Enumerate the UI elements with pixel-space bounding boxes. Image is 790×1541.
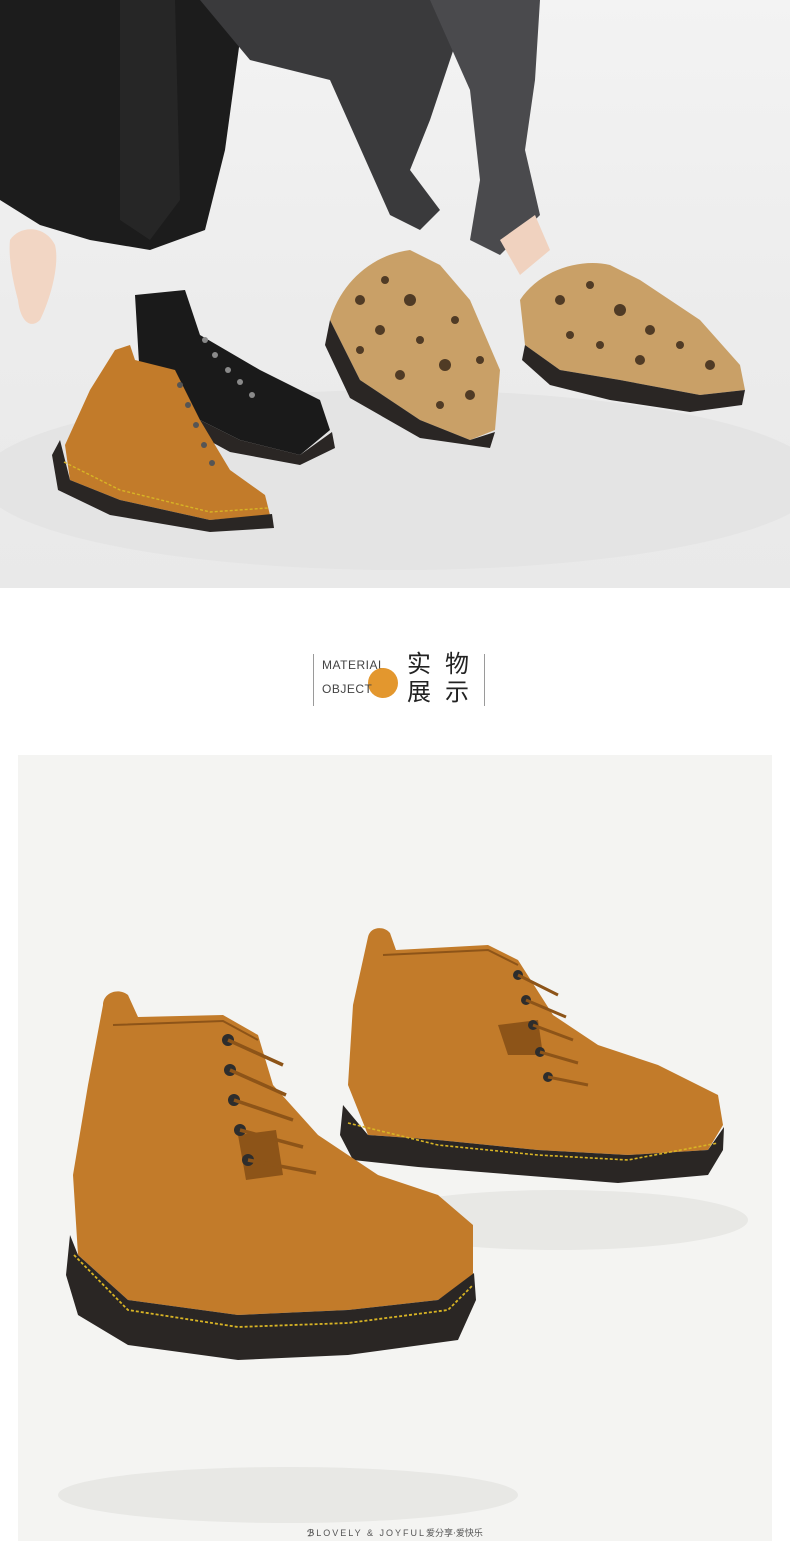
accent-dot bbox=[368, 668, 398, 698]
divider-right bbox=[484, 654, 485, 706]
hero-illustration bbox=[0, 0, 790, 570]
divider-left bbox=[313, 654, 314, 706]
section-title-cn-char2: 物 bbox=[445, 650, 469, 678]
brand-slogan-cn: 爱分享·爱快乐 bbox=[425, 1529, 483, 1539]
section-header: MATERIAL OBJECT 实 物 展 示 bbox=[0, 640, 790, 710]
brand-footer: ℬ LOVELY & JOYFUL爱分享·爱快乐 bbox=[0, 1526, 790, 1539]
brand-logo-icon: ℬ bbox=[307, 1528, 315, 1538]
section-title-en-line2: OBJECT bbox=[322, 682, 373, 696]
section-title-cn-char3: 展 bbox=[407, 678, 431, 706]
brand-slogan-en: LOVELY & JOYFUL bbox=[316, 1528, 426, 1538]
product-photo-panel bbox=[18, 755, 772, 1541]
jeans-shape bbox=[200, 0, 470, 230]
product-boots-illustration bbox=[58, 928, 748, 1523]
hand-shape bbox=[9, 229, 57, 324]
hero-lifestyle-photo bbox=[0, 0, 790, 588]
section-title-cn-char4: 示 bbox=[445, 678, 469, 706]
section-title-cn-char1: 实 bbox=[407, 650, 431, 678]
